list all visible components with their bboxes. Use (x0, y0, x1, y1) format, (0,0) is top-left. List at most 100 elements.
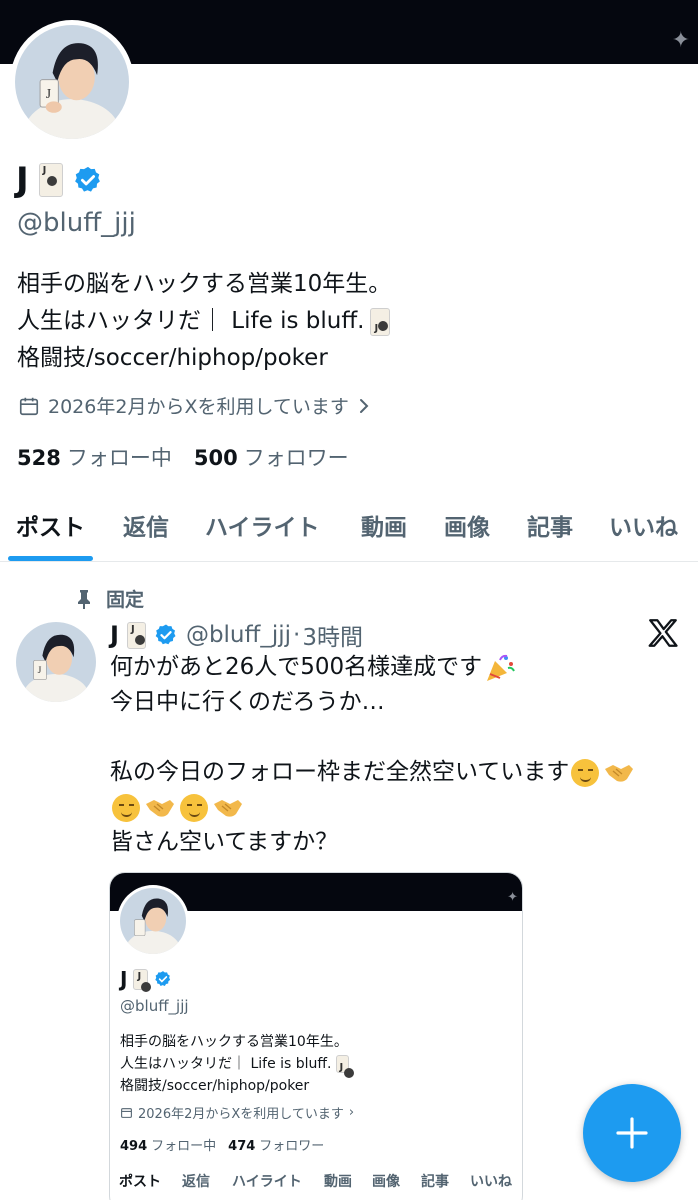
x-logo-icon (648, 619, 678, 647)
embed-tab: 記事 (421, 1174, 449, 1190)
profile-tabs: ポスト 返信 ハイライト 動画 画像 記事 いいね (0, 498, 698, 562)
embed-bio: 相手の脳をハックする営業10年生。 人生はハッタリだ｜ Life is bluf… (120, 1031, 354, 1097)
post-line-blank (110, 720, 637, 755)
embed-tab: ハイライト (232, 1174, 302, 1190)
profile-bio: 相手の脳をハックする営業10年生。 人生はハッタリだ｜ Life is bluf… (17, 266, 391, 377)
smirk-emoji-icon (112, 793, 140, 822)
following-count: 528 (17, 446, 61, 470)
sparkle-icon: ✦ (507, 890, 518, 905)
following-link[interactable]: 528 フォロー中 (17, 442, 172, 472)
plus-icon (616, 1117, 648, 1149)
joker-card-emoji-icon (335, 1055, 354, 1079)
tab-label: ポスト (16, 515, 85, 541)
tab-label: 動画 (361, 515, 407, 541)
bio-line: 格闘技/soccer/hiphop/poker (17, 345, 328, 371)
embed-following: 494 フォロー中 (120, 1135, 216, 1154)
profile-handle: @bluff_jjj (17, 208, 136, 238)
embed-followers-label: フォロワー (259, 1139, 325, 1154)
post-body: 何かがあと26人で500名様達成です 今日中に行くのだろうか… 私の今日のフォロ… (110, 650, 637, 860)
tab-likes[interactable]: いいね (609, 498, 678, 542)
tab-label: 返信 (123, 515, 169, 541)
tab-label: 記事 (527, 515, 573, 541)
post-author-handle[interactable]: @bluff_jjj (186, 622, 291, 648)
embed-followers-count: 474 (228, 1139, 256, 1154)
embed-bio-line: 格闘技/soccer/hiphop/poker (120, 1078, 310, 1094)
verified-badge-icon[interactable] (154, 623, 178, 647)
avatar-image: J (15, 25, 129, 139)
embed-tab: いいね (470, 1174, 512, 1190)
bio-text: 人生はハッタリだ｜ Life is bluff. (17, 308, 365, 334)
compose-post-button[interactable] (583, 1084, 681, 1182)
tab-posts[interactable]: ポスト (8, 498, 93, 561)
avatar-image: J (16, 622, 96, 702)
post-time[interactable]: 3時間 (302, 618, 363, 652)
post-line (110, 790, 637, 825)
smirk-emoji-icon (180, 793, 208, 822)
tab-replies[interactable]: 返信 (123, 498, 169, 542)
profile-avatar[interactable]: J (10, 20, 134, 144)
tab-articles[interactable]: 記事 (527, 498, 573, 542)
embed-following-count: 494 (120, 1139, 148, 1154)
svg-text:J: J (38, 665, 42, 676)
post-line: 皆さん空いてますか？ (110, 829, 339, 855)
bio-line: 人生はハッタリだ｜ Life is bluff. (17, 303, 391, 347)
active-tab-indicator (8, 556, 93, 561)
post-line: 私の今日のフォロー枠まだ全然空いています (110, 755, 637, 790)
embed-tab: 返信 (182, 1174, 210, 1190)
post-image-attachment[interactable]: ✦ J @bluff_jjj 相手の脳をハックする営業10年生。 人生はハッタリ… (109, 872, 523, 1200)
verified-badge-icon[interactable] (73, 165, 103, 195)
smirk-emoji-icon (571, 758, 600, 787)
followers-count: 500 (193, 446, 238, 470)
chevron-right-icon: › (348, 1105, 355, 1120)
embed-name-row: J (120, 967, 172, 992)
sparkle-icon: ✦ (671, 28, 690, 53)
post-author-avatar[interactable]: J (16, 622, 96, 702)
handshake-emoji-icon (146, 799, 174, 817)
tab-label: いいね (609, 515, 678, 541)
embed-tab: 動画 (324, 1174, 352, 1190)
tab-images[interactable]: 画像 (444, 498, 490, 542)
embed-handle: @bluff_jjj (120, 997, 189, 1015)
verified-badge-icon (155, 971, 171, 986)
post-header: J @bluff_jjj · 3時間 (110, 618, 363, 652)
embed-tab: 画像 (372, 1174, 400, 1190)
embed-bio-line: 相手の脳をハックする営業10年生。 (120, 1034, 348, 1050)
following-label: フォロー中 (66, 446, 172, 470)
post-text: 何かがあと26人で500名様達成です (110, 654, 483, 680)
post-author-name[interactable]: J (110, 621, 119, 649)
joined-date[interactable]: 2026年2月からXを利用しています (18, 392, 371, 419)
pinned-label: 固定 (106, 589, 145, 611)
profile-name: J (16, 160, 29, 200)
joker-card-emoji-icon (133, 968, 152, 992)
embed-name: J (120, 967, 128, 991)
followers-label: フォロワー (243, 446, 349, 470)
embed-tab: ポスト (119, 1174, 161, 1190)
followers-link[interactable]: 500 フォロワー (194, 442, 349, 472)
calendar-icon (121, 1108, 132, 1118)
joker-card-emoji-icon (126, 621, 146, 649)
follow-stats: 528 フォロー中 500 フォロワー (17, 442, 349, 472)
joker-card-emoji-icon (38, 163, 63, 197)
tab-label: 画像 (444, 515, 490, 541)
avatar-image (120, 888, 186, 954)
embed-following-label: フォロー中 (151, 1139, 217, 1154)
post-text: 私の今日のフォロー枠まだ全然空いています (110, 759, 570, 785)
party-popper-emoji-icon (487, 654, 516, 681)
embed-followers: 474 フォロワー (228, 1135, 324, 1154)
tab-highlights[interactable]: ハイライト (205, 498, 320, 542)
svg-text:J: J (46, 86, 52, 101)
embed-bio-line: 人生はハッタリだ｜ Life is bluff. (120, 1053, 354, 1079)
joined-text: 2026年2月からXを利用しています (48, 396, 349, 418)
handshake-emoji-icon (214, 799, 242, 817)
chevron-right-icon (359, 398, 369, 413)
embed-follow-stats: 494 フォロー中 474 フォロワー (120, 1135, 324, 1154)
embed-joined-text: 2026年2月からXを利用しています (138, 1107, 344, 1122)
embed-avatar (117, 885, 189, 957)
calendar-icon (19, 397, 39, 415)
embed-joined: 2026年2月からXを利用しています › (120, 1103, 354, 1122)
pinned-indicator: 固定 (74, 585, 144, 612)
post-meta-separator: · (293, 622, 301, 648)
pin-icon (78, 589, 90, 609)
profile-name-row: J (16, 160, 103, 200)
tab-videos[interactable]: 動画 (361, 498, 407, 542)
